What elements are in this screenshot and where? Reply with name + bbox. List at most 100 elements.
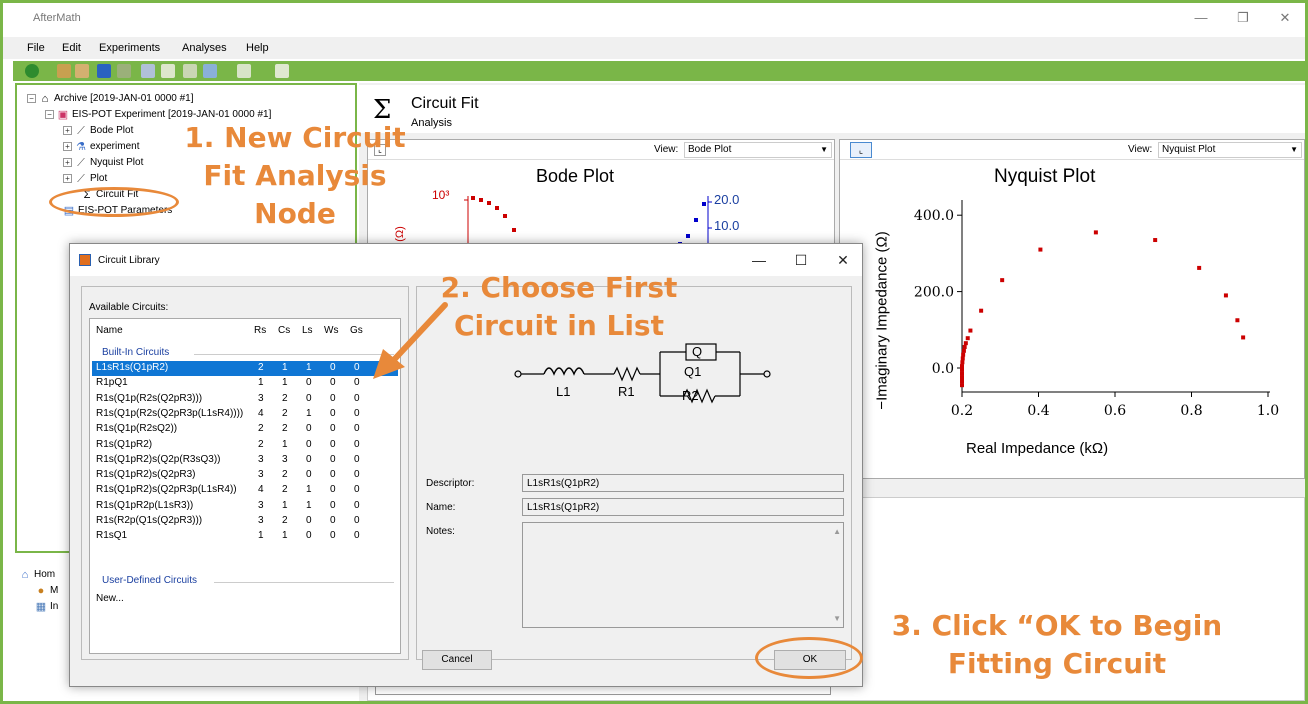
column-header-gs[interactable]: Gs [350, 325, 363, 336]
restore-button[interactable]: ❐ [1235, 11, 1251, 25]
nyquist-data-point [1153, 238, 1158, 243]
column-header-rs[interactable]: Rs [254, 325, 266, 336]
home-icon[interactable] [57, 64, 71, 78]
circuit-list-row[interactable]: R1s(Q1pR2p(L1sR3)) 3 1 1 0 0 [92, 499, 398, 514]
x-tick-label: 1.0 [1257, 403, 1279, 419]
cancel-button[interactable]: Cancel [422, 650, 492, 670]
close-button[interactable]: ✕ [1277, 11, 1293, 25]
circuit-list-row[interactable]: L1sR1s(Q1pR2) 2 1 1 0 0 [92, 361, 398, 376]
edit-icon[interactable] [141, 64, 155, 78]
tree-item-experiment-node[interactable]: + ⚗ experiment [63, 139, 139, 154]
circuit-count-cell: 0 [330, 392, 336, 404]
circuit-count-cell: 0 [354, 407, 360, 419]
circuit-list-row[interactable]: R1s(R2p(Q1s(Q2pR3))) 3 2 0 0 0 [92, 514, 398, 529]
nyquist-data-point [965, 336, 970, 341]
nyquist-data-point [960, 367, 964, 372]
column-header-cs[interactable]: Cs [278, 325, 290, 336]
save-icon[interactable] [97, 64, 111, 78]
circuit-list-row[interactable]: R1s(Q1pR2)s(Q2p(R3sQ3)) 3 3 0 0 0 [92, 453, 398, 468]
menu-analyses[interactable]: Analyses [182, 42, 227, 54]
circuit-count-cell: 1 [258, 530, 264, 542]
circuit-count-cell: 1 [306, 407, 312, 419]
expand-icon[interactable]: + [63, 142, 72, 151]
collapse-icon[interactable]: − [27, 94, 36, 103]
annotation-line: 3. Click “OK to Begin [891, 609, 1223, 642]
scroll-down-icon[interactable]: ▼ [833, 614, 841, 623]
name-field[interactable]: L1sR1s(Q1pR2) [522, 498, 844, 516]
expand-icon[interactable]: + [63, 158, 72, 167]
scroll-up-icon[interactable]: ▲ [833, 527, 841, 536]
copy-icon[interactable] [183, 64, 197, 78]
home-subitem-2[interactable]: ▦ In [35, 599, 59, 614]
nyquist-data-point [960, 356, 965, 361]
menu-file[interactable]: File [27, 42, 45, 54]
tree-item-plot[interactable]: + ⟋ Plot [63, 171, 107, 186]
circuit-list-row[interactable]: R1pQ1 1 1 0 0 0 [92, 376, 398, 391]
circuit-count-cell: 0 [330, 438, 336, 450]
tree-item-nyquist-plot[interactable]: + ⟋ Nyquist Plot [63, 155, 143, 170]
circuit-count-cell: 0 [306, 438, 312, 450]
menu-help[interactable]: Help [246, 42, 269, 54]
tree-item-archive[interactable]: − ⌂ Archive [2019-JAN-01 0000 #1] [27, 91, 194, 106]
expand-icon[interactable]: + [63, 126, 72, 135]
up-icon[interactable] [75, 64, 89, 78]
circuit-count-cell: 0 [306, 377, 312, 389]
minimize-button[interactable]: — [1193, 11, 1209, 25]
circuit-name-cell: R1s(Q1p(R2sQ2)) [96, 423, 178, 435]
circuit-name-cell: R1s(Q1pR2)s(Q2p(R3sQ3)) [96, 453, 221, 465]
tree-item-bode-plot[interactable]: + ⟋ Bode Plot [63, 123, 133, 138]
circuit-count-cell: 0 [330, 515, 336, 526]
bode-phase-point [686, 234, 690, 238]
circuit-list-row[interactable]: R1s(Q1pR2)s(Q2pR3) 3 2 0 0 0 [92, 468, 398, 483]
circuit-count-cell: 0 [330, 423, 336, 435]
circuit-count-cell: 2 [258, 362, 264, 373]
notes-textarea[interactable]: ▲ ▼ [522, 522, 844, 628]
circuit-count-cell: 0 [306, 453, 312, 465]
circuit-count-cell: 2 [282, 392, 288, 404]
dialog-close-button[interactable]: ✕ [834, 252, 852, 269]
tree-label: Archive [2019-JAN-01 0000 #1] [54, 93, 194, 104]
collapse-icon[interactable]: − [45, 110, 54, 119]
nyquist-data-point [963, 341, 968, 346]
circuit-name-cell: R1s(R2p(Q1s(Q2pR3))) [96, 515, 203, 526]
sigma-icon[interactable] [237, 64, 251, 78]
home-item[interactable]: ⌂ Hom [19, 567, 55, 582]
circuit-count-cell: 1 [282, 438, 288, 450]
print-icon[interactable] [117, 64, 131, 78]
new-circuit-item[interactable]: New... [96, 593, 124, 604]
notes-icon[interactable] [161, 64, 175, 78]
dialog-minimize-button[interactable]: — [750, 252, 768, 268]
column-header-ls[interactable]: Ls [302, 325, 313, 336]
circuit-list-row[interactable]: R1s(Q1pR2)s(Q2pR3p(L1sR4)) 4 2 1 0 0 [92, 483, 398, 498]
menu-edit[interactable]: Edit [62, 42, 81, 54]
dialog-maximize-button[interactable]: ☐ [792, 252, 810, 269]
bode-mag-point [479, 198, 483, 202]
bode-mag-point [495, 206, 499, 210]
column-header-ws[interactable]: Ws [324, 325, 338, 336]
circuit-count-cell: 3 [258, 453, 264, 465]
bode-left-tick-label: 10³ [432, 188, 450, 202]
bode-view-select[interactable]: Bode Plot ▼ [684, 142, 832, 158]
annotation-line: 2. Choose First [440, 271, 678, 304]
nyquist-data-point [1038, 247, 1043, 252]
circuit-list-row[interactable]: R1s(Q1pR2) 2 1 0 0 0 [92, 438, 398, 453]
circuit-count-cell: 3 [282, 453, 288, 465]
circuit-count-cell: 0 [306, 515, 312, 526]
circuit-list-row[interactable]: R1s(Q1p(R2s(Q2pR3p(L1sR4)))) 4 2 1 0 0 [92, 407, 398, 422]
circuit-list-row[interactable]: R1s(Q1p(R2sQ2)) 2 2 0 0 0 [92, 422, 398, 437]
toolbar [13, 61, 305, 81]
settings-icon[interactable] [275, 64, 289, 78]
circuit-list[interactable]: Name Rs Cs Ls Ws Gs Built-In Circuits L1… [89, 318, 401, 654]
menu-experiments[interactable]: Experiments [99, 42, 160, 54]
column-header-name[interactable]: Name [96, 325, 123, 336]
descriptor-field[interactable]: L1sR1s(Q1pR2) [522, 474, 844, 492]
experiment-icon[interactable] [203, 64, 217, 78]
back-icon[interactable] [25, 64, 39, 78]
circuit-count-cell: 0 [306, 423, 312, 435]
circuit-count-cell: 0 [330, 377, 336, 389]
circuit-list-row[interactable]: R1sQ1 1 1 0 0 0 [92, 529, 398, 544]
circuit-list-row[interactable]: R1s(Q1p(R2s(Q2pR3))) 3 2 0 0 0 [92, 392, 398, 407]
home-subitem-1[interactable]: ● M [35, 583, 59, 598]
archive-icon: ⌂ [41, 92, 49, 105]
expand-icon[interactable]: + [63, 174, 72, 183]
